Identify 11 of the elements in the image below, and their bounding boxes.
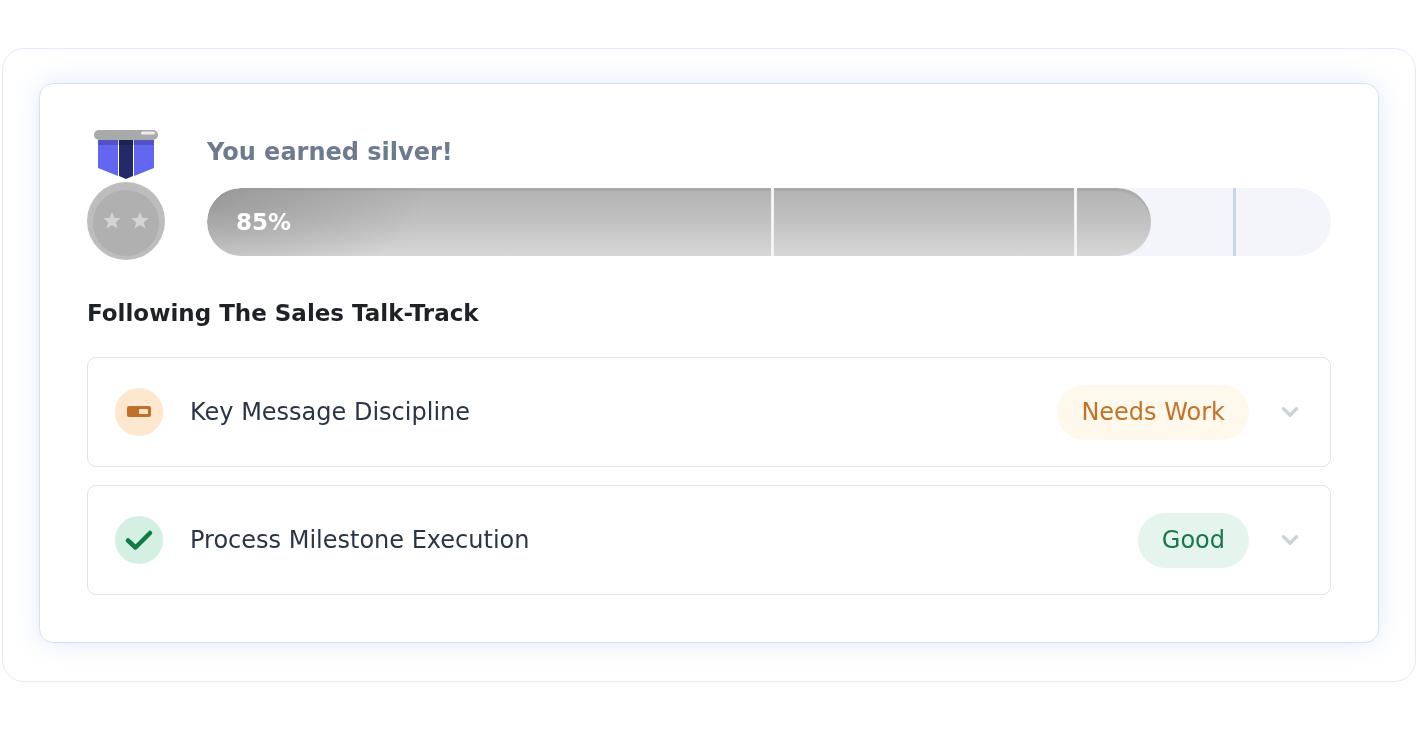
check-icon — [115, 516, 163, 564]
criterion-label: Key Message Discipline — [190, 398, 471, 426]
status-badge: Needs Work — [1057, 384, 1249, 440]
medal-icon — [87, 128, 165, 260]
status-badge: Good — [1137, 512, 1249, 568]
criterion-label: Process Milestone Execution — [190, 526, 530, 554]
progress-percent: 85% — [236, 208, 292, 237]
criterion-row[interactable]: Key Message Discipline Needs Work — [87, 357, 1331, 467]
section-heading: Following The Sales Talk-Track — [87, 299, 479, 328]
criterion-row[interactable]: Process Milestone Execution Good — [87, 485, 1331, 595]
award-title: You earned silver! — [207, 137, 453, 168]
